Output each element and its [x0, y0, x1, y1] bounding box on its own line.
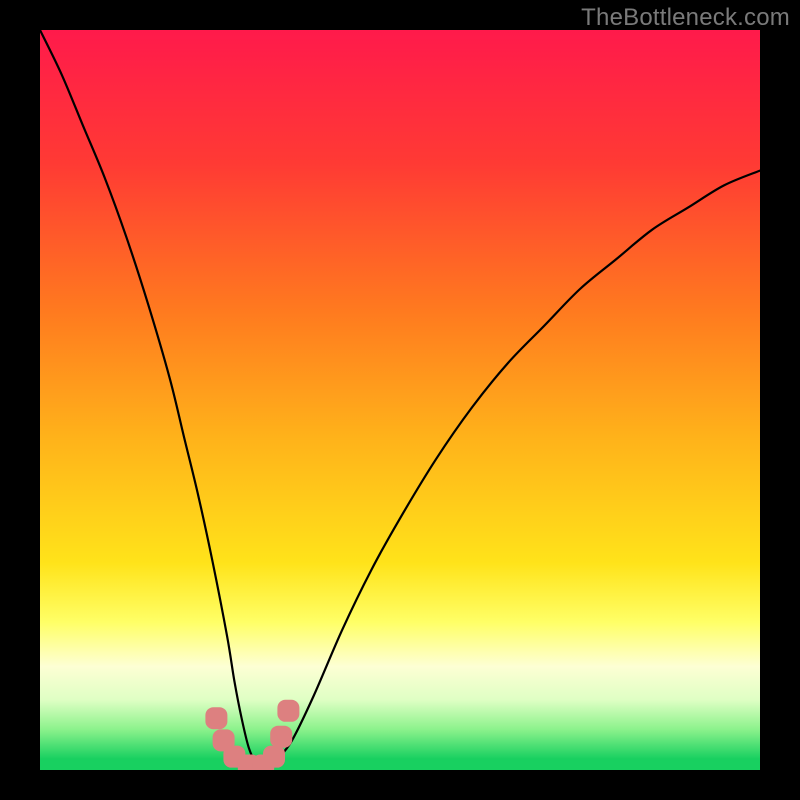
chart-frame: TheBottleneck.com: [0, 0, 800, 800]
curve-marker: [270, 726, 292, 748]
plot-area: [40, 30, 760, 770]
chart-svg: [40, 30, 760, 770]
curve-marker: [277, 700, 299, 722]
chart-background: [40, 30, 760, 770]
curve-marker: [205, 707, 227, 729]
curve-marker: [263, 746, 285, 768]
watermark-label: TheBottleneck.com: [581, 4, 790, 32]
